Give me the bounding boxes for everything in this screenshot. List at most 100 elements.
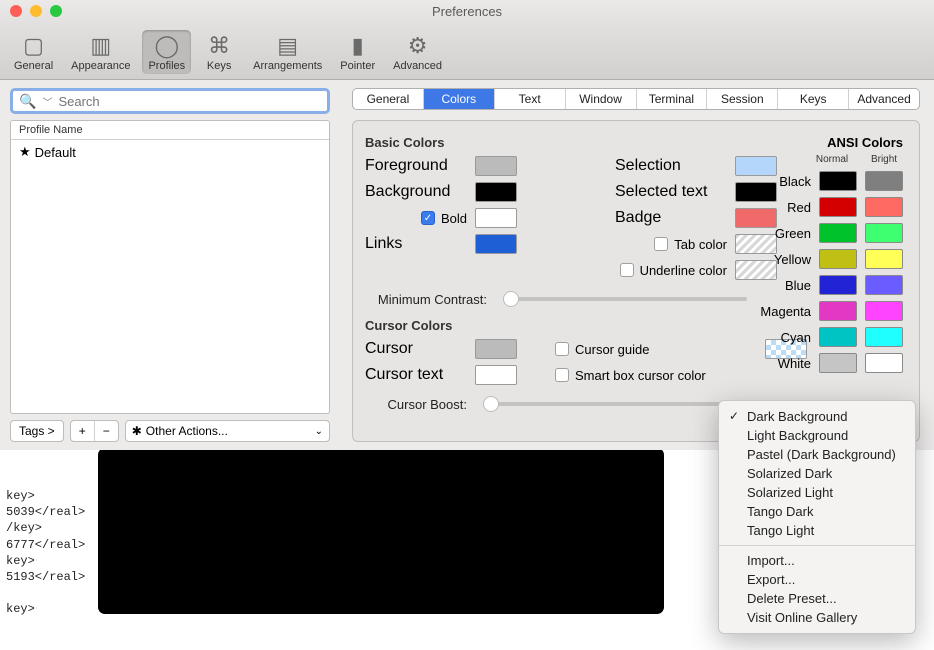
tab-color-label: Tab color <box>674 237 727 252</box>
profile-list[interactable]: Profile Name ★ Default <box>10 120 330 414</box>
toolbar-profiles[interactable]: ◯Profiles <box>142 30 191 74</box>
min-contrast-slider[interactable] <box>503 297 747 301</box>
toolbar-pointer[interactable]: ▮Pointer <box>334 30 381 74</box>
preset-item[interactable]: Import... <box>719 551 915 570</box>
preset-item[interactable]: Solarized Dark <box>719 464 915 483</box>
ansi-label: Green <box>775 226 811 241</box>
tab-keys[interactable]: Keys <box>778 89 849 109</box>
search-icon: 🔍 <box>19 93 36 110</box>
toolbar-arrangements[interactable]: ▤Arrangements <box>247 30 328 74</box>
links-swatch[interactable] <box>475 234 517 254</box>
preset-item[interactable]: Light Background <box>719 426 915 445</box>
add-remove-buttons: + − <box>70 420 119 442</box>
toolbar-advanced[interactable]: ⚙Advanced <box>387 30 448 74</box>
ansi-red-bright[interactable] <box>865 197 903 217</box>
background-text: key> 5039</real> /key> 6777</real> key> … <box>6 488 85 618</box>
ansi-row-blue: Blue <box>760 272 903 298</box>
tab-color-checkbox[interactable] <box>654 237 668 251</box>
links-label: Links <box>365 235 475 253</box>
tab-colors[interactable]: Colors <box>424 89 495 109</box>
cursor-boost-label: Cursor Boost: <box>365 397 475 412</box>
badge-label: Badge <box>615 209 735 227</box>
smart-box-checkbox[interactable] <box>555 368 569 382</box>
foreground-swatch[interactable] <box>475 156 517 176</box>
tab-window[interactable]: Window <box>566 89 637 109</box>
selected-text-label: Selected text <box>615 183 735 201</box>
ansi-blue-normal[interactable] <box>819 275 857 295</box>
main-panel: 🔍 ﹀ Profile Name ★ Default Tags > + − ✱O… <box>0 80 934 450</box>
other-actions-dropdown[interactable]: ✱Other Actions... ⌄ <box>125 420 330 442</box>
ansi-yellow-normal[interactable] <box>819 249 857 269</box>
cursor-text-swatch[interactable] <box>475 365 517 385</box>
tab-terminal[interactable]: Terminal <box>637 89 708 109</box>
ansi-label: Red <box>787 200 811 215</box>
tab-advanced[interactable]: Advanced <box>849 89 919 109</box>
toolbar-keys[interactable]: ⌘Keys <box>197 30 241 74</box>
cursor-guide-checkbox[interactable] <box>555 342 569 356</box>
chevron-down-icon: ⌄ <box>315 426 323 437</box>
cursor-guide-label: Cursor guide <box>575 342 649 357</box>
preset-item[interactable]: Pastel (Dark Background) <box>719 445 915 464</box>
add-profile-button[interactable]: + <box>71 421 95 441</box>
ansi-black-bright[interactable] <box>865 171 903 191</box>
remove-profile-button[interactable]: − <box>95 421 118 441</box>
profile-list-header[interactable]: Profile Name <box>11 121 329 140</box>
ansi-row-green: Green <box>760 220 903 246</box>
tags-button[interactable]: Tags > <box>10 420 64 442</box>
toolbar-label: Pointer <box>340 60 375 72</box>
ansi-red-normal[interactable] <box>819 197 857 217</box>
ansi-white-bright[interactable] <box>865 353 903 373</box>
toolbar-label: Arrangements <box>253 60 322 72</box>
ansi-green-bright[interactable] <box>865 223 903 243</box>
search-field[interactable]: 🔍 ﹀ <box>10 88 330 114</box>
tab-text[interactable]: Text <box>495 89 566 109</box>
preset-item[interactable]: Visit Online Gallery <box>719 608 915 627</box>
ansi-blue-bright[interactable] <box>865 275 903 295</box>
ansi-magenta-normal[interactable] <box>819 301 857 321</box>
ansi-green-normal[interactable] <box>819 223 857 243</box>
background-swatch[interactable] <box>475 182 517 202</box>
window-title: Preferences <box>0 4 934 19</box>
toolbar-label: Appearance <box>71 60 130 72</box>
preset-item[interactable]: Solarized Light <box>719 483 915 502</box>
ansi-black-normal[interactable] <box>819 171 857 191</box>
cursor-boost-slider[interactable] <box>483 402 747 406</box>
tab-session[interactable]: Session <box>707 89 778 109</box>
preset-item[interactable]: Tango Light <box>719 521 915 540</box>
search-chevron-icon[interactable]: ﹀ <box>42 94 52 109</box>
toolbar-label: Profiles <box>148 60 185 72</box>
underline-checkbox[interactable] <box>620 263 634 277</box>
background-label: Background <box>365 183 475 201</box>
toolbar-appearance[interactable]: ▥Appearance <box>65 30 136 74</box>
toolbar-general[interactable]: ▢General <box>8 30 59 74</box>
preset-item[interactable]: Delete Preset... <box>719 589 915 608</box>
general-icon: ▢ <box>18 32 50 60</box>
ansi-label: Cyan <box>781 330 811 345</box>
bold-swatch[interactable] <box>475 208 517 228</box>
profile-row-default[interactable]: ★ Default <box>11 140 329 164</box>
toolbar-label: General <box>14 60 53 72</box>
cursor-text-label: Cursor text <box>365 366 475 384</box>
min-contrast-label: Minimum Contrast: <box>365 292 495 307</box>
profile-tabs: GeneralColorsTextWindowTerminalSessionKe… <box>352 88 920 110</box>
ansi-cyan-bright[interactable] <box>865 327 903 347</box>
cursor-swatch[interactable] <box>475 339 517 359</box>
titlebar: Preferences <box>0 0 934 22</box>
profiles-icon: ◯ <box>151 32 183 60</box>
preset-item[interactable]: Dark Background <box>719 407 915 426</box>
ansi-row-black: Black <box>760 168 903 194</box>
foreground-label: Foreground <box>365 157 475 175</box>
preset-item[interactable]: Export... <box>719 570 915 589</box>
preset-item[interactable]: Tango Dark <box>719 502 915 521</box>
ansi-yellow-bright[interactable] <box>865 249 903 269</box>
ansi-label: Blue <box>785 278 811 293</box>
ansi-white-normal[interactable] <box>819 353 857 373</box>
ansi-label: Black <box>779 174 811 189</box>
ansi-magenta-bright[interactable] <box>865 301 903 321</box>
ansi-title: ANSI Colors <box>760 135 903 150</box>
ansi-label: Magenta <box>760 304 811 319</box>
search-input[interactable] <box>58 94 321 109</box>
ansi-cyan-normal[interactable] <box>819 327 857 347</box>
bold-checkbox[interactable]: ✓ <box>421 211 435 225</box>
tab-general[interactable]: General <box>353 89 424 109</box>
